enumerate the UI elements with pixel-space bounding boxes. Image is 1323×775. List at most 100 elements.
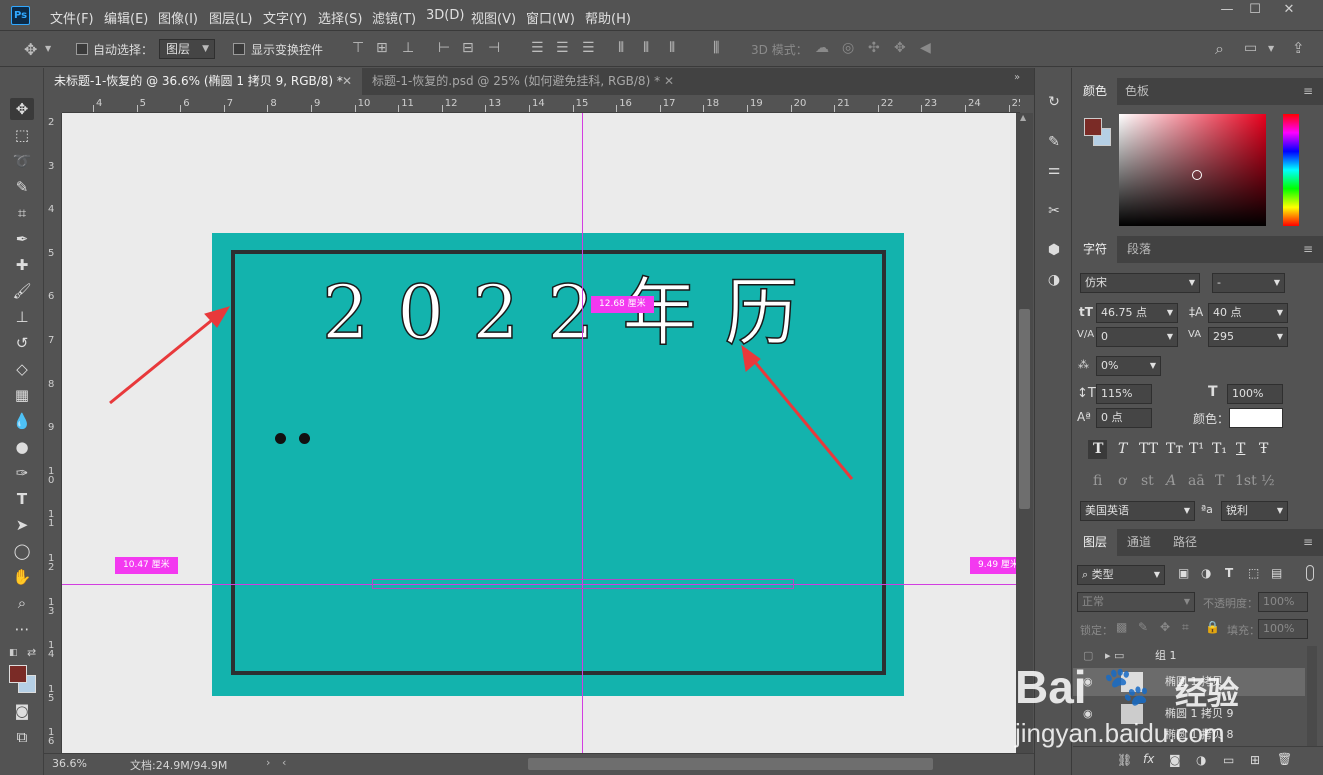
color-picker-cursor[interactable] <box>1192 170 1202 180</box>
tabs-overflow-icon[interactable]: » <box>1014 72 1020 83</box>
lock-transparent-icon[interactable]: ▩ <box>1116 620 1127 634</box>
share-icon[interactable]: ⇪ <box>1292 39 1305 57</box>
3d-panel-icon[interactable]: ⬢ <box>1044 240 1064 260</box>
healing-brush-tool-icon[interactable]: ✚ <box>10 254 34 276</box>
tracking-field[interactable]: 295 ▼ <box>1208 327 1288 347</box>
distribute-hcenter-icon[interactable]: ⦀ <box>643 40 649 56</box>
3d-orbit-icon[interactable]: ☁ <box>815 40 829 56</box>
filter-shape-icon[interactable]: ⬚ <box>1248 566 1259 580</box>
menu-file[interactable]: 文件(F) <box>50 8 94 27</box>
underline-icon[interactable]: T <box>1236 441 1245 457</box>
small-caps-icon[interactable]: Tт <box>1166 441 1183 457</box>
vertical-scrollbar[interactable]: ▲ <box>1016 113 1033 753</box>
font-size-field[interactable]: 46.75 点 ▼ <box>1096 303 1178 323</box>
superscript-icon[interactable]: T¹ <box>1189 441 1204 457</box>
align-hcenter-icon[interactable]: ⊟ <box>462 40 474 56</box>
move-tool-icon[interactable]: ✥ <box>24 40 37 59</box>
menu-edit[interactable]: 编辑(E) <box>104 8 148 27</box>
align-right-icon[interactable]: ⊣ <box>488 40 500 56</box>
scroll-left-icon[interactable]: ‹ <box>282 756 286 769</box>
lock-artboard-icon[interactable]: ⌗ <box>1182 620 1189 635</box>
distribute-left-icon[interactable]: ⦀ <box>618 40 624 56</box>
pen-tool-icon[interactable]: ✑ <box>10 462 34 484</box>
filter-toggle[interactable] <box>1306 565 1314 581</box>
menu-type[interactable]: 文字(Y) <box>263 8 307 27</box>
language-select[interactable]: 美国英语 ▼ <box>1080 501 1195 521</box>
align-top-icon[interactable]: ⊤ <box>352 40 364 56</box>
fractions-icon[interactable]: ½ <box>1261 473 1275 489</box>
text-color-swatch[interactable] <box>1229 408 1283 428</box>
history-panel-icon[interactable]: ↻ <box>1044 92 1064 112</box>
quick-mask-icon[interactable]: ◙ <box>10 700 34 722</box>
more-tools-icon[interactable]: ⋯ <box>10 618 34 640</box>
lock-all-icon[interactable]: 🔒 <box>1205 620 1220 634</box>
strikethrough-icon[interactable]: Ŧ <box>1259 441 1268 457</box>
subscript-icon[interactable]: T₁ <box>1212 441 1227 457</box>
menu-help[interactable]: 帮助(H) <box>585 8 631 27</box>
opacity-field[interactable]: 100% <box>1258 592 1308 612</box>
tab-document-2[interactable]: 标题-1-恢复的.psd @ 25% (如何避免挂科, RGB/8) * ✕ <box>362 68 680 95</box>
font-style-select[interactable]: - ▼ <box>1212 273 1285 293</box>
blend-mode-select[interactable]: 正常 ▼ <box>1077 592 1195 612</box>
menu-window[interactable]: 窗口(W) <box>526 8 575 27</box>
close-icon[interactable]: ✕ <box>342 68 352 94</box>
auto-align-icon[interactable]: ⫼ <box>713 40 719 56</box>
menu-image[interactable]: 图像(I) <box>158 8 198 27</box>
workspace-icon[interactable]: ▭ <box>1244 40 1257 56</box>
quick-select-tool-icon[interactable]: ✎ <box>10 176 34 198</box>
history-brush-tool-icon[interactable]: ↺ <box>10 332 34 354</box>
align-left-icon[interactable]: ⊢ <box>438 40 450 56</box>
titling-icon[interactable]: T <box>1215 473 1224 489</box>
close-button[interactable]: ✕ <box>1274 1 1304 19</box>
ruler-origin[interactable] <box>44 95 62 113</box>
3d-roll-icon[interactable]: ◎ <box>842 40 854 56</box>
menu-select[interactable]: 选择(S) <box>318 8 362 27</box>
tool-preset-chevron-icon[interactable]: ▼ <box>45 44 51 53</box>
filter-adjustment-icon[interactable]: ◑ <box>1201 566 1211 580</box>
show-transform-checkbox[interactable] <box>233 43 245 55</box>
distribute-right-icon[interactable]: ⦀ <box>669 40 675 56</box>
zoom-level[interactable]: 36.6% <box>52 757 87 770</box>
maximize-button[interactable]: ☐ <box>1240 1 1270 19</box>
distribute-bottom-icon[interactable]: ☰ <box>582 40 595 56</box>
lasso-tool-icon[interactable]: ➰ <box>10 150 34 172</box>
kerning-field[interactable]: 0 ▼ <box>1096 327 1178 347</box>
color-adjust-icon[interactable]: ◑ <box>1044 270 1064 290</box>
menu-3d[interactable]: 3D(D) <box>426 8 464 23</box>
leading-field[interactable]: 40 点 ▼ <box>1208 303 1288 323</box>
tab-character[interactable]: 字符 <box>1073 236 1118 263</box>
hue-slider[interactable] <box>1283 114 1299 226</box>
auto-select-checkbox[interactable] <box>76 43 88 55</box>
filter-smart-object-icon[interactable]: ▤ <box>1271 566 1282 580</box>
path-select-tool-icon[interactable]: ➤ <box>10 514 34 536</box>
lock-pixels-icon[interactable]: ✎ <box>1138 620 1148 634</box>
tab-document-1[interactable]: 未标题-1-恢复的 @ 36.6% (椭圆 1 拷贝 9, RGB/8) * ✕ <box>44 68 362 95</box>
stylistic-alternates-icon[interactable]: st <box>1141 473 1154 489</box>
tab-paths[interactable]: 路径 <box>1163 529 1207 556</box>
adjustments-icon[interactable]: ⚌ <box>1044 160 1064 180</box>
tab-color[interactable]: 颜色 <box>1073 78 1118 105</box>
3d-camera-icon[interactable]: ◀ <box>920 40 931 56</box>
fill-field[interactable]: 100% <box>1258 619 1308 639</box>
faux-italic-icon[interactable]: T <box>1118 441 1127 457</box>
status-menu-icon[interactable]: › <box>266 756 270 769</box>
alternates-icon[interactable]: aā <box>1188 473 1205 489</box>
type-tool-icon[interactable]: T <box>10 488 34 510</box>
foreground-color-swatch[interactable] <box>9 665 27 683</box>
hand-tool-icon[interactable]: ✋ <box>10 566 34 588</box>
panel-menu-icon[interactable]: ≡ <box>1303 84 1313 98</box>
swap-colors-icon[interactable]: ⇄ <box>27 646 36 659</box>
auto-select-dropdown[interactable]: 图层 ▼ <box>159 39 215 59</box>
minimize-button[interactable]: — <box>1212 1 1242 19</box>
eraser-tool-icon[interactable]: ◇ <box>10 358 34 380</box>
layer-filter-select[interactable]: ⌕ 类型 ▼ <box>1077 565 1165 585</box>
antialias-select[interactable]: 锐利 ▼ <box>1221 501 1288 521</box>
screen-mode-icon[interactable]: ⧉ <box>10 726 34 748</box>
scroll-up-icon[interactable]: ▲ <box>1020 113 1026 122</box>
horizontal-scale-field[interactable]: 100% <box>1227 384 1283 404</box>
eyedropper-tool-icon[interactable]: ✒ <box>10 228 34 250</box>
workspace-chevron-icon[interactable]: ▼ <box>1268 44 1274 53</box>
brush-tool-icon[interactable]: 🖌 <box>10 280 34 302</box>
vertical-scale-field[interactable]: 115% <box>1096 384 1152 404</box>
clone-stamp-tool-icon[interactable]: ⊥ <box>10 306 34 328</box>
